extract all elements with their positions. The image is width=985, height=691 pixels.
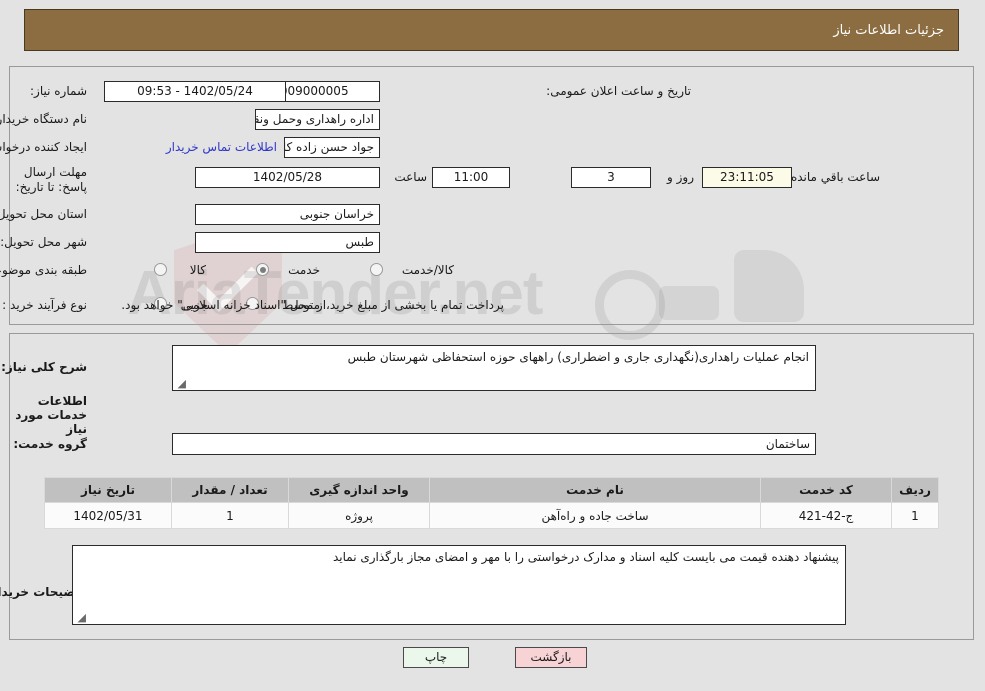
column-header-index: ردیف xyxy=(892,477,940,503)
resize-grip-icon[interactable]: ◢ xyxy=(177,378,187,389)
countdown-timer-value: 23:11:05 xyxy=(703,167,793,188)
cell-unit: پروژه xyxy=(289,502,431,529)
deadline-time-value: 11:00 xyxy=(433,167,511,188)
print-button[interactable]: چاپ xyxy=(404,647,470,668)
delivery-city-value: طبس xyxy=(196,232,381,253)
remaining-days-suffix: روز و xyxy=(668,170,695,184)
column-header-code: کد خدمت xyxy=(761,477,893,503)
buyer-org-value: اداره راهداری وحمل ونقل جاده ای طبس (دست… xyxy=(256,109,381,130)
announce-datetime-label: تاریخ و ساعت اعلان عمومی: xyxy=(547,84,692,98)
cell-need-date: 1402/05/31 xyxy=(45,502,173,529)
cell-service-name: ساخت جاده و راه‌آهن xyxy=(430,502,762,529)
radio-category-goods[interactable] xyxy=(155,263,168,276)
buyer-notes-box[interactable]: پیشنهاد دهنده قیمت می بایست کلیه اسناد و… xyxy=(73,545,847,625)
column-header-name: نام خدمت xyxy=(430,477,762,503)
delivery-province-value: خراسان جنوبی xyxy=(196,204,381,225)
need-summary-label: شرح کلی نیاز: xyxy=(2,360,88,374)
column-header-quantity: تعداد / مقدار xyxy=(172,477,290,503)
treasury-bond-note: پرداخت تمام یا بخشی از مبلغ خرید،از محل … xyxy=(122,298,505,312)
buyer-notes-value: پیشنهاد دهنده قیمت می بایست کلیه اسناد و… xyxy=(333,550,840,564)
need-info-panel xyxy=(10,66,975,325)
need-summary-box[interactable]: انجام عملیات راهداری(نگهداری جاری و اضطر… xyxy=(173,345,817,391)
deadline-time-label: ساعت xyxy=(395,170,428,184)
subject-category-label: طبقه بندی موضوعی: xyxy=(0,263,88,277)
cell-quantity: 1 xyxy=(172,502,290,529)
radio-category-service-label: خدمت xyxy=(289,263,321,277)
cell-service-code: ج-42-421 xyxy=(761,502,893,529)
purchase-process-label: نوع فرآیند خرید : xyxy=(3,298,88,312)
table-row: 1 ج-42-421 ساخت جاده و راه‌آهن پروژه 1 1… xyxy=(45,502,940,529)
countdown-suffix-label: ساعت باقي مانده xyxy=(791,170,881,184)
resize-grip-icon[interactable]: ◢ xyxy=(77,612,87,623)
services-table: ردیف کد خدمت نام خدمت واحد اندازه گیری ت… xyxy=(45,477,940,529)
request-creator-label: ایجاد کننده درخواست: xyxy=(0,140,88,154)
radio-category-goods-service-label: کالا/خدمت xyxy=(402,263,455,277)
page-header: جزئیات اطلاعات نیاز xyxy=(25,9,960,51)
buyer-contact-link[interactable]: اطلاعات تماس خریدار xyxy=(128,140,278,154)
deadline-date-value: 1402/05/28 xyxy=(196,167,381,188)
service-group-label: گروه خدمت: xyxy=(14,437,88,451)
table-header-row: ردیف کد خدمت نام خدمت واحد اندازه گیری ت… xyxy=(45,477,940,503)
remaining-days-value: 3 xyxy=(572,167,652,188)
radio-category-goods-service[interactable] xyxy=(371,263,384,276)
deadline-label: مهلت ارسال پاسخ: تا تاریخ: xyxy=(16,165,88,194)
delivery-province-label: استان محل تحویل: xyxy=(0,207,88,221)
buyer-org-label: نام دستگاه خریدار: xyxy=(0,112,88,126)
column-header-unit: واحد اندازه گیری xyxy=(289,477,431,503)
radio-category-service[interactable] xyxy=(257,263,270,276)
services-section-title: اطلاعات خدمات مورد نیاز xyxy=(16,394,88,436)
request-creator-value: جواد حسن زاده کارپرداز اداره راهداری وحم… xyxy=(285,137,381,158)
service-group-value: ساختمان xyxy=(173,433,817,455)
delivery-city-label: شهر محل تحویل: xyxy=(1,235,88,249)
need-summary-value: انجام عملیات راهداری(نگهداری جاری و اضطر… xyxy=(348,350,810,364)
back-button[interactable]: بازگشت xyxy=(516,647,588,668)
need-number-label: شماره نیاز: xyxy=(31,84,88,98)
radio-category-goods-label: کالا xyxy=(190,263,207,277)
announce-datetime-value: 09:53 - 1402/05/24 xyxy=(105,81,287,102)
cell-index: 1 xyxy=(892,502,940,529)
column-header-date: تاریخ نیاز xyxy=(45,477,173,503)
page-title: جزئیات اطلاعات نیاز xyxy=(834,22,945,38)
